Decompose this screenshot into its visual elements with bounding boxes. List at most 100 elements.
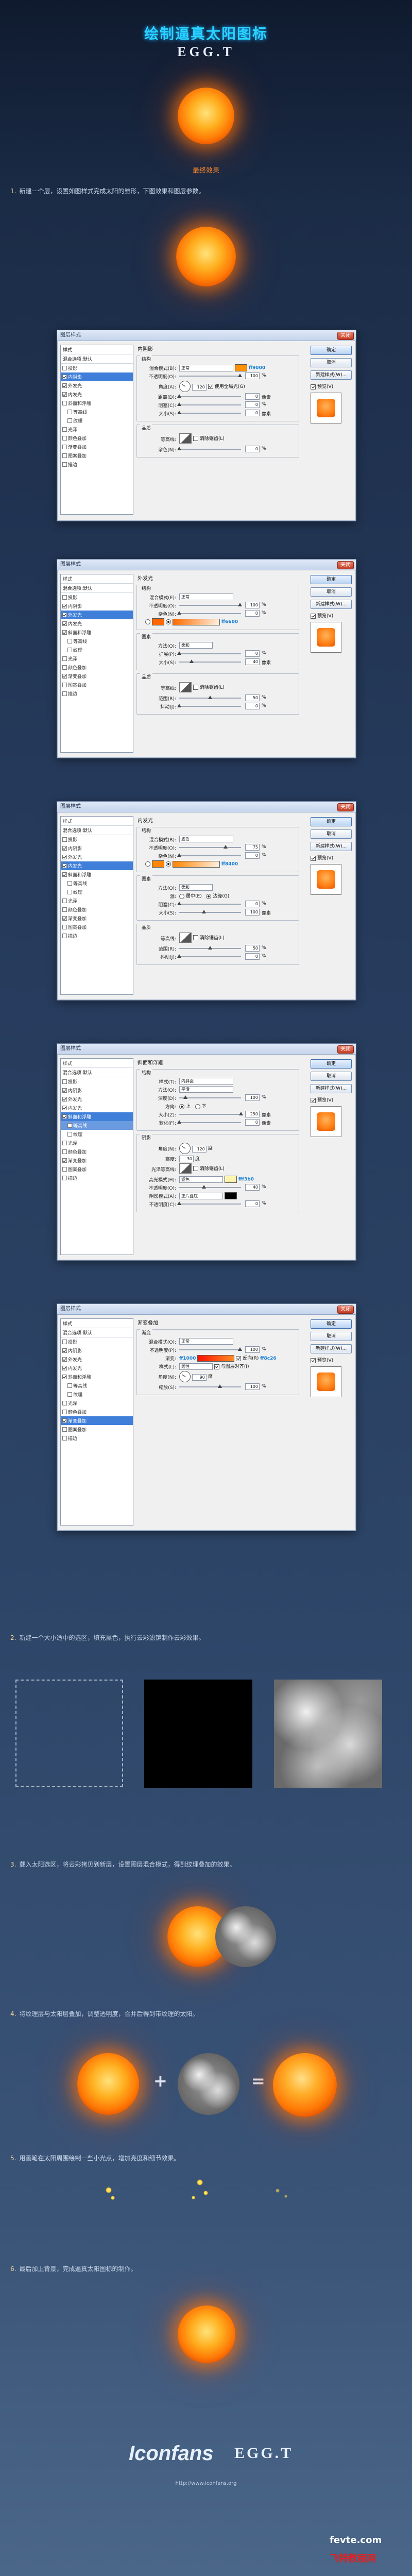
style-item[interactable]: 等高线	[61, 1381, 133, 1390]
scale-slider[interactable]	[179, 1384, 241, 1388]
depth-slider[interactable]	[179, 1095, 241, 1099]
style-item[interactable]: 图案叠加	[61, 1165, 133, 1174]
style-item[interactable]: 内阴影	[61, 1086, 133, 1095]
style-item[interactable]: 外发光	[61, 611, 133, 619]
direction-down-radio[interactable]	[195, 1104, 200, 1109]
style-item[interactable]: 纹理	[61, 1390, 133, 1399]
blend-mode-select[interactable]: 正常	[179, 1338, 233, 1345]
style-item[interactable]: 光泽	[61, 425, 133, 434]
size-slider[interactable]	[179, 659, 241, 663]
angle-dial[interactable]	[179, 1371, 191, 1382]
styles-header[interactable]: 样式	[61, 817, 133, 826]
range-input[interactable]: 50	[245, 945, 260, 952]
depth-input[interactable]: 100	[245, 1094, 260, 1101]
close-button[interactable]: 关闭	[337, 1306, 354, 1314]
noise-input[interactable]: 0	[245, 852, 260, 859]
style-item[interactable]: 描边	[61, 1174, 133, 1182]
cancel-button[interactable]: 取消	[311, 358, 352, 367]
checkbox[interactable]	[62, 1375, 67, 1379]
styles-header[interactable]: 样式	[61, 1059, 133, 1068]
style-item[interactable]: 内阴影	[61, 372, 133, 381]
bevel-style-select[interactable]: 内斜面	[179, 1078, 233, 1084]
checkbox[interactable]	[193, 436, 198, 441]
style-item[interactable]: 渐变叠加	[61, 672, 133, 681]
checkbox[interactable]	[62, 863, 67, 868]
style-item[interactable]: 内阴影	[61, 844, 133, 853]
close-button[interactable]: 关闭	[337, 561, 354, 569]
checkbox[interactable]	[62, 674, 67, 679]
shadow-opacity-input[interactable]: 0	[245, 1200, 260, 1207]
blend-options-item[interactable]: 混合选项:默认	[61, 826, 133, 835]
style-item[interactable]: 图案叠加	[61, 923, 133, 931]
opacity-slider[interactable]	[179, 603, 242, 606]
checkbox[interactable]	[311, 1097, 316, 1103]
spread-slider[interactable]	[177, 651, 241, 655]
style-item[interactable]: 等高线	[61, 879, 133, 888]
checkbox[interactable]	[311, 384, 316, 389]
style-item[interactable]: 图案叠加	[61, 451, 133, 460]
choke-slider[interactable]	[177, 402, 241, 406]
cancel-button[interactable]: 取消	[311, 829, 352, 839]
style-item[interactable]: 斜面和浮雕	[61, 1372, 133, 1381]
checkbox[interactable]	[62, 1106, 67, 1110]
style-item[interactable]: 光泽	[61, 896, 133, 905]
style-item[interactable]: 内发光	[61, 861, 133, 870]
style-item[interactable]: 等高线	[61, 637, 133, 646]
size-input[interactable]: 0	[245, 410, 260, 416]
opacity-input[interactable]: 100	[245, 602, 260, 608]
new-style-button[interactable]: 新建样式(W)...	[311, 1084, 352, 1093]
checkbox[interactable]	[62, 613, 67, 617]
checkbox[interactable]	[62, 925, 67, 929]
noise-slider[interactable]	[177, 447, 241, 450]
checkbox[interactable]	[208, 384, 213, 389]
checkbox[interactable]	[62, 445, 67, 449]
style-item[interactable]: 等高线	[61, 1121, 133, 1130]
color-swatch[interactable]	[224, 1176, 237, 1183]
new-style-button[interactable]: 新建样式(W)...	[311, 600, 352, 609]
checkbox[interactable]	[62, 630, 67, 635]
checkbox[interactable]	[62, 436, 67, 440]
blend-options-item[interactable]: 混合选项:默认	[61, 1328, 133, 1337]
preview-checkbox[interactable]: 预览(V)	[311, 854, 352, 861]
source-center-radio[interactable]	[179, 893, 184, 899]
highlight-opacity-slider[interactable]	[179, 1185, 241, 1189]
contour-picker[interactable]	[179, 433, 192, 444]
checkbox[interactable]	[67, 648, 72, 652]
opacity-input[interactable]: 100	[245, 372, 260, 379]
size-input[interactable]: 40	[245, 658, 260, 665]
checkbox[interactable]	[67, 881, 72, 886]
ok-button[interactable]: 确定	[311, 575, 352, 584]
checkbox[interactable]	[62, 1436, 67, 1440]
opacity-input[interactable]: 100	[245, 1346, 260, 1353]
checkbox[interactable]	[62, 934, 67, 938]
preview-checkbox[interactable]: 预览(V)	[311, 612, 352, 619]
color-radio[interactable]	[145, 861, 150, 867]
style-item[interactable]: 外发光	[61, 1355, 133, 1364]
blend-mode-select[interactable]: 正常	[179, 364, 233, 371]
checkbox[interactable]	[62, 1176, 67, 1180]
jitter-slider[interactable]	[177, 954, 241, 958]
checkbox[interactable]	[62, 837, 67, 842]
style-item[interactable]: 内发光	[61, 1104, 133, 1112]
checkbox[interactable]	[62, 401, 67, 405]
new-style-button[interactable]: 新建样式(W)...	[311, 370, 352, 380]
cancel-button[interactable]: 取消	[311, 1332, 352, 1341]
checkbox[interactable]	[62, 366, 67, 370]
soften-slider[interactable]	[177, 1120, 241, 1124]
checkbox[interactable]	[62, 1097, 67, 1101]
method-select[interactable]: 柔和	[179, 642, 213, 649]
style-item[interactable]: 颜色叠加	[61, 905, 133, 914]
style-item[interactable]: 渐变叠加	[61, 1416, 133, 1425]
blend-mode-select[interactable]: 滤色	[179, 836, 233, 842]
blend-options-item[interactable]: 混合选项:默认	[61, 354, 133, 364]
ok-button[interactable]: 确定	[311, 1059, 352, 1069]
checkbox[interactable]	[62, 665, 67, 670]
range-slider[interactable]	[179, 696, 241, 699]
preview-checkbox[interactable]: 预览(V)	[311, 1096, 352, 1103]
color-swatch[interactable]	[224, 1192, 237, 1199]
checkbox[interactable]	[62, 392, 67, 397]
checkbox[interactable]	[62, 872, 67, 877]
size-input[interactable]: 250	[245, 1111, 260, 1117]
contour-picker[interactable]	[179, 933, 192, 943]
distance-slider[interactable]	[177, 394, 241, 398]
